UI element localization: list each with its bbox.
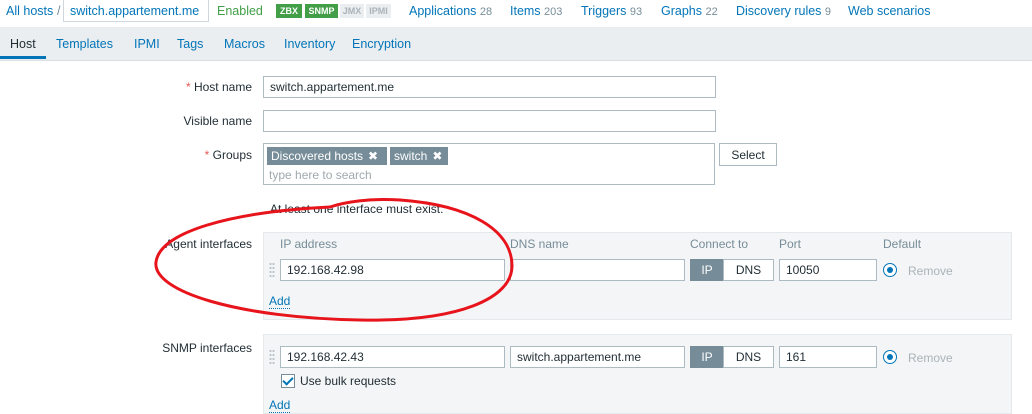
remove-tag-icon[interactable]: ✖ bbox=[432, 149, 442, 163]
tab-inventory[interactable]: Inventory bbox=[284, 37, 335, 51]
tab-encryption[interactable]: Encryption bbox=[352, 37, 411, 51]
col-connect-to: Connect to bbox=[690, 237, 749, 251]
visible-name-input[interactable] bbox=[263, 110, 716, 132]
triggers-label[interactable]: Triggers bbox=[581, 4, 626, 18]
agent-connect-ip-button[interactable]: IP bbox=[690, 259, 724, 281]
group-tag-discovered-hosts: Discovered hosts ✖ bbox=[267, 147, 387, 165]
host-name-input[interactable] bbox=[263, 76, 716, 98]
agent-ip-input[interactable] bbox=[280, 259, 505, 281]
snmp-connect-ip-button[interactable]: IP bbox=[690, 346, 724, 368]
all-hosts-link[interactable]: All hosts bbox=[6, 4, 53, 18]
remove-tag-icon[interactable]: ✖ bbox=[368, 149, 378, 163]
select-groups-button[interactable]: Select bbox=[719, 143, 777, 166]
graphs-count: 22 bbox=[705, 6, 718, 18]
tab-templates[interactable]: Templates bbox=[56, 37, 113, 51]
applications-count: 28 bbox=[479, 6, 493, 18]
groups-label-text: Groups bbox=[212, 148, 252, 162]
col-port: Port bbox=[779, 237, 802, 251]
snmp-remove-link[interactable]: Remove bbox=[908, 351, 953, 365]
drag-handle-icon[interactable] bbox=[269, 349, 275, 365]
host-breadcrumb-link[interactable]: switch.appartement.me bbox=[70, 4, 199, 18]
tab-macros[interactable]: Macros bbox=[224, 37, 265, 51]
col-dns-name: DNS name bbox=[510, 237, 569, 251]
applications-link[interactable]: Applications 28 bbox=[409, 4, 492, 18]
active-tab-indicator bbox=[0, 56, 46, 59]
host-name-label-text: Host name bbox=[193, 80, 252, 94]
group-tag-label: Discovered hosts bbox=[271, 149, 364, 163]
agent-dns-input[interactable] bbox=[510, 259, 685, 281]
discovery-rules-label[interactable]: Discovery rules bbox=[736, 4, 821, 18]
col-default: Default bbox=[883, 237, 922, 251]
graphs-link[interactable]: Graphs 22 bbox=[661, 4, 718, 18]
groups-label: * Groups bbox=[205, 148, 252, 162]
host-name-label: * Host name bbox=[186, 80, 252, 94]
applications-label[interactable]: Applications bbox=[409, 4, 476, 18]
discovery-rules-count: 9 bbox=[824, 6, 832, 18]
groups-search-placeholder[interactable]: type here to search bbox=[269, 168, 372, 182]
drag-handle-icon[interactable] bbox=[269, 262, 275, 278]
snmp-interfaces-label: SNMP interfaces bbox=[162, 341, 252, 355]
required-mark: * bbox=[185, 80, 191, 94]
tab-ipmi[interactable]: IPMI bbox=[134, 37, 160, 51]
host-status-enabled[interactable]: Enabled bbox=[217, 4, 263, 18]
snmp-ip-input[interactable] bbox=[280, 346, 505, 368]
interface-warning: At least one interface must exist. bbox=[270, 202, 444, 216]
web-scenarios-label[interactable]: Web scenarios bbox=[848, 4, 930, 18]
group-tag-switch: switch ✖ bbox=[390, 147, 448, 165]
items-label[interactable]: Items bbox=[510, 4, 541, 18]
jmx-availability-badge: JMX bbox=[340, 4, 364, 18]
agent-port-input[interactable] bbox=[779, 259, 877, 281]
agent-connect-dns-button[interactable]: DNS bbox=[723, 259, 774, 281]
breadcrumb-separator: / bbox=[57, 4, 61, 18]
agent-add-link[interactable]: Add bbox=[269, 294, 291, 309]
visible-name-label: Visible name bbox=[183, 114, 252, 128]
web-scenarios-link[interactable]: Web scenarios bbox=[848, 4, 930, 18]
items-link[interactable]: Items 203 bbox=[510, 4, 562, 18]
snmp-default-radio[interactable] bbox=[883, 350, 897, 364]
group-tag-label: switch bbox=[394, 149, 428, 163]
snmp-port-input[interactable] bbox=[779, 346, 877, 368]
triggers-link[interactable]: Triggers 93 bbox=[581, 4, 642, 18]
ipmi-availability-badge: IPMI bbox=[366, 4, 391, 18]
snmp-availability-badge: SNMP bbox=[305, 4, 338, 18]
graphs-label[interactable]: Graphs bbox=[661, 4, 702, 18]
items-count: 203 bbox=[544, 6, 563, 18]
bulk-requests-label: Use bulk requests bbox=[300, 374, 397, 388]
required-mark: * bbox=[204, 148, 210, 162]
agent-default-radio[interactable] bbox=[883, 263, 897, 277]
host-header-nav: All hosts / switch.appartement.me Enable… bbox=[0, 0, 1032, 24]
bulk-requests-checkbox[interactable] bbox=[281, 374, 295, 388]
snmp-dns-input[interactable] bbox=[510, 346, 685, 368]
tab-tags[interactable]: Tags bbox=[177, 37, 203, 51]
tab-host[interactable]: Host bbox=[10, 37, 36, 51]
agent-remove-link[interactable]: Remove bbox=[908, 264, 953, 278]
agent-interfaces-label: Agent interfaces bbox=[165, 237, 252, 251]
groups-multiselect[interactable]: Discovered hosts ✖ switch ✖ type here to s… bbox=[263, 143, 715, 185]
snmp-connect-dns-button[interactable]: DNS bbox=[723, 346, 774, 368]
discovery-rules-link[interactable]: Discovery rules 9 bbox=[736, 4, 831, 18]
triggers-count: 93 bbox=[629, 6, 643, 18]
col-ip-address: IP address bbox=[280, 237, 338, 251]
zbx-availability-badge: ZBX bbox=[276, 4, 302, 18]
